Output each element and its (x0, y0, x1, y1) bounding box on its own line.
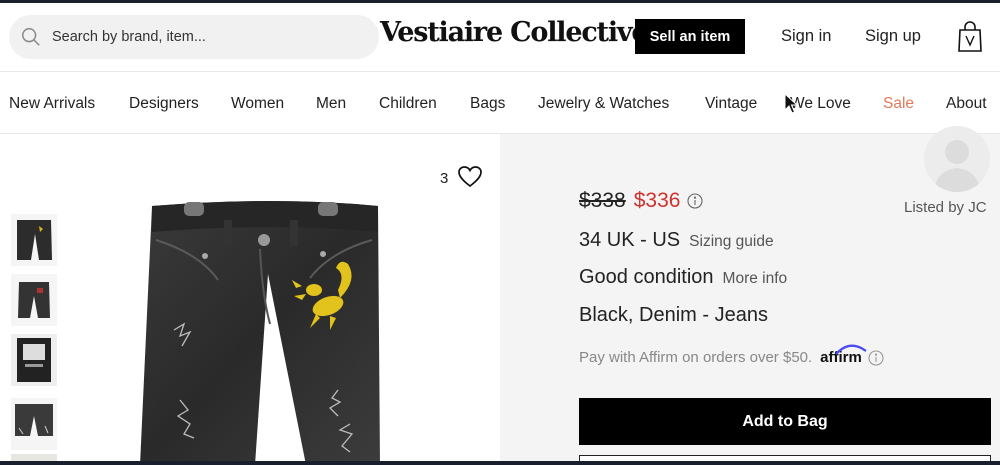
likes-count: 3 (440, 170, 449, 187)
search-input[interactable]: Search by brand, item... (9, 15, 379, 59)
product-size: 34 UK - US (579, 229, 681, 251)
seller-avatar[interactable] (924, 126, 990, 192)
affirm-row: Pay with Affirm on orders over $50. affi… (579, 344, 884, 366)
product-condition: Good condition (579, 266, 714, 288)
sell-item-button[interactable]: Sell an item (635, 19, 745, 54)
thumbnail-3[interactable] (11, 334, 57, 386)
price-row: $338 $336 (579, 189, 703, 213)
product-material: Black, Denim - Jeans (579, 304, 768, 326)
nav-women[interactable]: Women (231, 95, 284, 113)
more-info-link[interactable]: More info (723, 270, 788, 288)
sign-in-link[interactable]: Sign in (781, 27, 831, 46)
user-icon (934, 140, 980, 192)
sign-up-link[interactable]: Sign up (865, 27, 921, 46)
nav-new-arrivals[interactable]: New Arrivals (9, 95, 95, 113)
add-to-bag-button[interactable]: Add to Bag (579, 398, 991, 445)
size-row: 34 UK - US Sizing guide (579, 229, 774, 252)
thumbnail-4[interactable] (11, 398, 57, 450)
thumbnail-1[interactable] (11, 214, 57, 266)
nav-jewelry-watches[interactable]: Jewelry & Watches (538, 95, 669, 113)
heart-icon[interactable] (457, 165, 483, 189)
nav-vintage[interactable]: Vintage (705, 95, 757, 113)
nav-we-love[interactable]: We Love (790, 95, 851, 113)
thumbnail-2[interactable] (11, 274, 57, 326)
site-logo[interactable]: Vestiaire Collective (380, 17, 649, 48)
mouse-cursor-icon (784, 93, 798, 114)
search-placeholder: Search by brand, item... (52, 29, 206, 45)
site-header: Search by brand, item... Vestiaire Colle… (0, 3, 1000, 71)
affirm-info-icon[interactable] (868, 349, 884, 366)
sizing-guide-link[interactable]: Sizing guide (689, 233, 773, 251)
affirm-text: Pay with Affirm on orders over $50. (579, 349, 813, 366)
condition-row: Good condition More info (579, 266, 787, 289)
main-navigation: New Arrivals Designers Women Men Childre… (0, 71, 1000, 134)
nav-designers[interactable]: Designers (129, 95, 199, 113)
listed-by[interactable]: Listed by JC (904, 199, 987, 216)
affirm-logo: affirm (820, 344, 867, 366)
shopping-bag-icon[interactable] (957, 21, 983, 53)
nav-men[interactable]: Men (316, 95, 346, 113)
nav-sale[interactable]: Sale (883, 95, 914, 113)
nav-about[interactable]: About (946, 95, 987, 113)
product-gallery: 3 (0, 134, 500, 465)
search-icon (22, 28, 40, 46)
affirm-arc-icon (835, 344, 867, 355)
price-info-icon[interactable] (687, 193, 703, 209)
sale-price: $336 (633, 189, 681, 212)
product-info-panel: Listed by JC $338 $336 34 UK - US Sizing… (500, 126, 1000, 465)
nav-bags[interactable]: Bags (470, 95, 505, 113)
bottom-accent-bar (0, 461, 1000, 465)
nav-children[interactable]: Children (379, 95, 437, 113)
product-image[interactable] (110, 194, 440, 465)
original-price: $338 (579, 189, 626, 212)
